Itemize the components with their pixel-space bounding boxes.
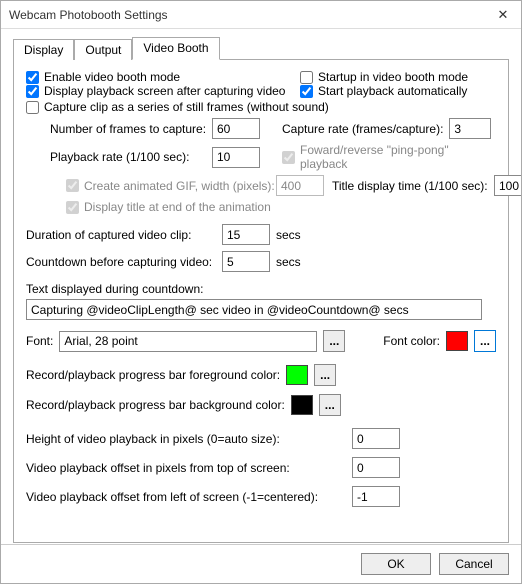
input-gif-width xyxy=(276,175,324,196)
chk-anim-gif: Create animated GIF, width (pixels): xyxy=(66,179,276,193)
dots-label: ... xyxy=(325,398,335,412)
close-icon[interactable]: ✕ xyxy=(493,5,513,25)
lbl-height-playback: Height of video playback in pixels (0=au… xyxy=(26,432,352,446)
chk-startup-video-booth[interactable]: Startup in video booth mode xyxy=(300,70,496,84)
chk-label: Start playback automatically xyxy=(318,84,467,98)
btn-progress-bg-browse[interactable]: ... xyxy=(319,394,341,416)
lbl-offset-top: Video playback offset in pixels from top… xyxy=(26,461,352,475)
chk-label: Enable video booth mode xyxy=(44,70,180,84)
content-area: Display Output Video Booth Enable video … xyxy=(1,29,521,544)
input-duration[interactable] xyxy=(222,224,270,245)
checkbox-display-playback[interactable] xyxy=(26,85,39,98)
btn-font-color-browse[interactable]: ... xyxy=(474,330,496,352)
settings-dialog: Webcam Photobooth Settings ✕ Display Out… xyxy=(0,0,522,584)
swatch-progress-bg xyxy=(291,395,313,415)
frames-row-1: Number of frames to capture: Capture rat… xyxy=(50,118,496,171)
lbl-font-color: Font color: xyxy=(383,334,440,348)
lbl-secs1: secs xyxy=(276,228,496,242)
tab-display[interactable]: Display xyxy=(13,39,74,60)
checkbox-start-auto[interactable] xyxy=(300,85,313,98)
btn-font-browse[interactable]: ... xyxy=(323,330,345,352)
titlebar: Webcam Photobooth Settings ✕ xyxy=(1,1,521,29)
swatch-font-color xyxy=(446,331,468,351)
input-capture-rate[interactable] xyxy=(449,118,491,139)
swatch-progress-fg xyxy=(286,365,308,385)
checkbox-startup[interactable] xyxy=(300,71,313,84)
btn-label: Cancel xyxy=(455,557,492,571)
chk-display-playback[interactable]: Display playback screen after capturing … xyxy=(26,84,296,98)
lbl-offset-left: Video playback offset from left of scree… xyxy=(26,490,352,504)
tab-panel-video-booth: Enable video booth mode Startup in video… xyxy=(13,59,509,543)
chk-label: Startup in video booth mode xyxy=(318,70,468,84)
input-title-display-time[interactable] xyxy=(494,175,521,196)
tab-video-booth[interactable]: Video Booth xyxy=(132,37,219,60)
input-countdown-text[interactable] xyxy=(26,299,482,320)
checkbox-capture-series[interactable] xyxy=(26,101,39,114)
lbl-num-frames: Number of frames to capture: xyxy=(50,122,212,136)
lbl-duration: Duration of captured video clip: xyxy=(26,228,222,242)
lbl-playback-rate: Playback rate (1/100 sec): xyxy=(50,150,212,164)
btn-progress-fg-browse[interactable]: ... xyxy=(314,364,336,386)
input-num-frames[interactable] xyxy=(212,118,260,139)
chk-capture-series[interactable]: Capture clip as a series of still frames… xyxy=(26,100,496,114)
dialog-footer: OK Cancel xyxy=(1,544,521,583)
lbl-font: Font: xyxy=(26,334,53,348)
window-title: Webcam Photobooth Settings xyxy=(9,8,168,22)
lbl-title-display-time: Title display time (1/100 sec): xyxy=(332,179,494,193)
chk-display-title: Display title at end of the animation xyxy=(66,200,496,214)
input-playback-rate[interactable] xyxy=(212,147,260,168)
ok-button[interactable]: OK xyxy=(361,553,431,575)
tab-output[interactable]: Output xyxy=(74,39,132,60)
checkbox-pingpong xyxy=(282,151,295,164)
dots-label: ... xyxy=(320,368,330,382)
chk-enable-video-booth[interactable]: Enable video booth mode xyxy=(26,70,296,84)
input-countdown[interactable] xyxy=(222,251,270,272)
chk-start-auto[interactable]: Start playback automatically xyxy=(300,84,496,98)
chk-label: Display title at end of the animation xyxy=(84,200,271,214)
cancel-button[interactable]: Cancel xyxy=(439,553,509,575)
lbl-progress-fg: Record/playback progress bar foreground … xyxy=(26,368,280,382)
chk-label: Display playback screen after capturing … xyxy=(44,84,285,98)
input-offset-top[interactable] xyxy=(352,457,400,478)
chk-label: Foward/reverse "ping-pong" playback xyxy=(300,143,496,171)
lbl-secs2: secs xyxy=(276,255,496,269)
checkbox-display-title xyxy=(66,201,79,214)
lbl-countdown: Countdown before capturing video: xyxy=(26,255,222,269)
input-height-playback[interactable] xyxy=(352,428,400,449)
btn-label: OK xyxy=(387,557,404,571)
checkbox-enable[interactable] xyxy=(26,71,39,84)
chk-label: Create animated GIF, width (pixels): xyxy=(84,179,275,193)
checkbox-anim-gif xyxy=(66,179,79,192)
lbl-capture-rate: Capture rate (frames/capture): xyxy=(282,122,443,136)
chk-pingpong: Foward/reverse "ping-pong" playback xyxy=(282,143,496,171)
input-font[interactable] xyxy=(59,331,317,352)
chk-label: Capture clip as a series of still frames… xyxy=(44,100,329,114)
lbl-progress-bg: Record/playback progress bar background … xyxy=(26,398,285,412)
input-offset-left[interactable] xyxy=(352,486,400,507)
dots-label: ... xyxy=(329,334,339,348)
lbl-countdown-text: Text displayed during countdown: xyxy=(26,282,203,296)
dots-label: ... xyxy=(480,334,490,348)
tab-strip: Display Output Video Booth xyxy=(13,37,509,60)
